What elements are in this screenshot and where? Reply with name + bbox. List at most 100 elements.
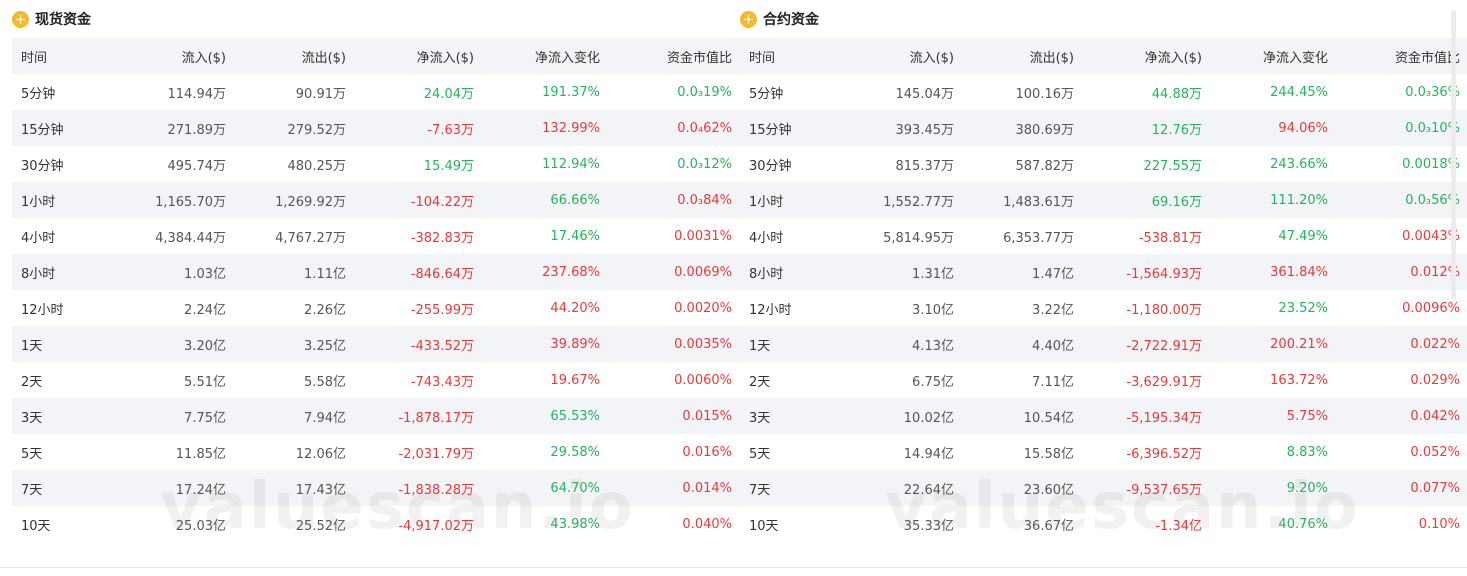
cell-net-inflow: -538.81万 <box>1138 230 1202 246</box>
col-header-time: 时间 <box>12 38 131 74</box>
cell-net-change: 29.58% <box>550 444 600 460</box>
cell-time: 5天 <box>21 446 43 462</box>
col-header-net-change: 净流入变化 <box>1202 38 1328 74</box>
cell-time: 2天 <box>21 374 43 390</box>
cell-outflow: 7.94亿 <box>226 398 346 434</box>
table-row: 30分钟 815.37万 587.82万 227.55万 243.66% 0.0018% <box>740 146 1467 182</box>
cell-outflow: 279.52万 <box>226 110 346 146</box>
cell-net-change: 17.46% <box>550 228 600 244</box>
cell-outflow: 10.54亿 <box>954 398 1074 434</box>
cell-inflow: 114.94万 <box>167 86 227 102</box>
cell-cap-ratio: 0.0₃36% <box>1405 84 1460 100</box>
cell-cap-ratio: 0.0₃12% <box>677 156 732 172</box>
col-header-time: 时间 <box>740 38 859 74</box>
cell-cap-ratio: 0.0069% <box>600 254 740 290</box>
table-header-row: 时间 流入($) 流出($) 净流入($) 净流入变化 资金市值比 <box>12 38 740 74</box>
cell-net-change: 200.21% <box>1202 326 1328 362</box>
cell-time: 8小时 <box>740 254 859 290</box>
col-header-outflow: 流出($) <box>954 38 1074 74</box>
cell-cap-ratio: 0.10% <box>1418 516 1460 532</box>
cell-cap-ratio: 0.0018% <box>1402 156 1460 172</box>
cell-time: 5分钟 <box>749 86 784 102</box>
cell-outflow: 380.69万 <box>954 110 1074 146</box>
cell-time: 30分钟 <box>749 158 792 174</box>
panel-title-text: 现货资金 <box>35 12 91 28</box>
table-row: 8小时 1.03亿 1.11亿 -846.64万 237.68% 0.0069% <box>12 254 740 290</box>
cell-inflow: 10.02亿 <box>859 398 954 434</box>
table-row: 12小时 3.10亿 3.22亿 -1,180.00万 23.52% 0.0096% <box>740 290 1467 326</box>
table-row: 2天 6.75亿 7.11亿 -3,629.91万 163.72% 0.029% <box>740 362 1467 398</box>
cell-net-inflow: 24.04万 <box>423 86 474 102</box>
cell-cap-ratio: 0.0₃84% <box>600 182 740 218</box>
cell-net-change: 65.53% <box>474 398 600 434</box>
cell-inflow: 1,165.70万 <box>131 182 226 218</box>
bnb-coin-icon <box>740 10 757 28</box>
cell-net-change: 361.84% <box>1202 254 1328 290</box>
cell-net-change: 64.70% <box>474 470 600 506</box>
table-row: 15分钟 271.89万 279.52万 -7.63万 132.99% 0.0₄62% <box>12 110 740 146</box>
cell-time: 7天 <box>740 470 859 506</box>
cell-inflow: 2.24亿 <box>184 302 226 318</box>
cell-net-inflow: 15.49万 <box>423 158 474 174</box>
cell-time: 5天 <box>749 446 771 462</box>
table-row: 4小时 5,814.95万 6,353.77万 -538.81万 47.49% 0.004… <box>740 218 1467 254</box>
cell-net-inflow: -1.34亿 <box>1155 518 1202 534</box>
cell-net-change: 43.98% <box>550 516 600 532</box>
cell-net-inflow: 227.55万 <box>1143 158 1203 174</box>
cell-cap-ratio: 0.0₄62% <box>600 110 740 146</box>
cell-net-change: 191.37% <box>542 84 600 100</box>
table-row: 8小时 1.31亿 1.47亿 -1,564.93万 361.84% 0.012% <box>740 254 1467 290</box>
table-row: 5天 14.94亿 15.58亿 -6,396.52万 8.83% 0.052% <box>740 434 1467 470</box>
cell-net-inflow: -1,180.00万 <box>1126 302 1202 318</box>
cell-outflow: 1,483.61万 <box>954 182 1074 218</box>
cell-outflow: 100.16万 <box>1015 86 1075 102</box>
cell-cap-ratio: 0.042% <box>1328 398 1467 434</box>
col-header-inflow: 流入($) <box>131 38 226 74</box>
cell-inflow: 145.04万 <box>895 86 955 102</box>
cell-cap-ratio: 0.012% <box>1328 254 1467 290</box>
cell-net-change: 23.52% <box>1278 300 1328 316</box>
cell-inflow: 5.51亿 <box>184 374 226 390</box>
table-row: 12小时 2.24亿 2.26亿 -255.99万 44.20% 0.0020% <box>12 290 740 326</box>
cell-inflow: 4.13亿 <box>859 326 954 362</box>
cell-net-change: 163.72% <box>1270 372 1328 388</box>
cell-net-inflow: 44.88万 <box>1151 86 1202 102</box>
table-row: 3天 7.75亿 7.94亿 -1,878.17万 65.53% 0.015% <box>12 398 740 434</box>
bottom-divider <box>0 567 1467 568</box>
cell-outflow: 1,269.92万 <box>226 182 346 218</box>
cell-time: 8小时 <box>12 254 131 290</box>
futures-funds-table: 时间 流入($) 流出($) 净流入($) 净流入变化 资金市值比 5分钟 145… <box>740 38 1467 542</box>
cell-cap-ratio: 0.015% <box>600 398 740 434</box>
cell-net-inflow: -5,195.34万 <box>1074 398 1202 434</box>
cell-time: 7天 <box>12 470 131 506</box>
col-header-cap-ratio: 资金市值比 <box>1328 38 1467 74</box>
cell-net-inflow: -3,629.91万 <box>1126 374 1202 390</box>
bnb-coin-icon <box>12 10 29 28</box>
cell-inflow: 17.24亿 <box>131 470 226 506</box>
cell-outflow: 5.58亿 <box>304 374 346 390</box>
vertical-scrollbar[interactable] <box>1451 10 1456 300</box>
table-row: 3天 10.02亿 10.54亿 -5,195.34万 5.75% 0.042% <box>740 398 1467 434</box>
cell-inflow: 3.10亿 <box>912 302 954 318</box>
cell-outflow: 3.25亿 <box>226 326 346 362</box>
cell-inflow: 4,384.44万 <box>155 230 226 246</box>
cell-outflow: 587.82万 <box>1015 158 1075 174</box>
cell-outflow: 17.43亿 <box>226 470 346 506</box>
cell-time: 30分钟 <box>21 158 64 174</box>
cell-cap-ratio: 0.0031% <box>674 228 732 244</box>
cell-net-inflow: 69.16万 <box>1074 182 1202 218</box>
cell-time: 3天 <box>12 398 131 434</box>
cell-net-change: 40.76% <box>1278 516 1328 532</box>
cell-inflow: 1,552.77万 <box>859 182 954 218</box>
cell-outflow: 1.47亿 <box>954 254 1074 290</box>
cell-outflow: 25.52亿 <box>295 518 346 534</box>
cell-net-inflow: -2,031.79万 <box>398 446 474 462</box>
cell-time: 1小时 <box>740 182 859 218</box>
col-header-net-inflow: 净流入($) <box>1074 38 1202 74</box>
cell-inflow: 35.33亿 <box>903 518 954 534</box>
cell-net-inflow: -846.64万 <box>346 254 474 290</box>
cell-inflow: 22.64亿 <box>859 470 954 506</box>
cell-net-change: 66.66% <box>474 182 600 218</box>
cell-cap-ratio: 0.016% <box>682 444 732 460</box>
table-row: 5天 11.85亿 12.06亿 -2,031.79万 29.58% 0.016% <box>12 434 740 470</box>
